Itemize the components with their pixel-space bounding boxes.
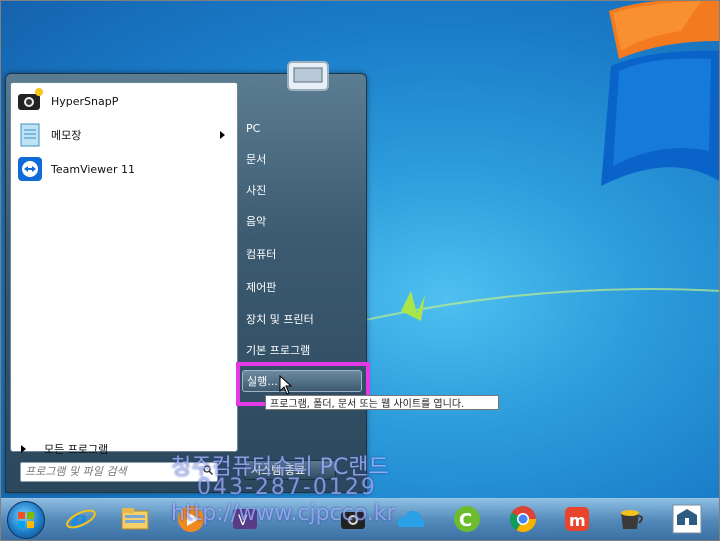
right-item-label: PC	[246, 121, 261, 135]
mouse-cursor-icon	[279, 375, 293, 395]
right-item-control-panel[interactable]: 제어판	[242, 277, 366, 297]
svg-text:C: C	[459, 510, 472, 531]
watermark-line2: 043-287-0129	[197, 475, 377, 500]
program-item-teamviewer[interactable]: TeamViewer 11	[15, 153, 229, 185]
submenu-arrow-icon[interactable]	[220, 131, 225, 139]
start-orb-icon[interactable]	[7, 501, 45, 539]
windows-flag-icon	[18, 512, 34, 528]
app-m-icon[interactable]: m	[561, 503, 593, 535]
tooltip: 프로그램, 폴더, 문서 또는 웹 사이트를 엽니다.	[265, 395, 499, 410]
right-item-label: 음악	[246, 215, 267, 228]
program-item-hypersnap[interactable]: HyperSnapP	[15, 85, 229, 117]
expand-arrow-icon	[21, 445, 26, 453]
right-item-documents[interactable]: 문서	[242, 149, 366, 169]
right-item-music[interactable]: 음악	[242, 211, 366, 231]
right-item-devices-printers[interactable]: 장치 및 프린터	[242, 309, 366, 329]
right-item-label: 컴퓨터	[246, 248, 277, 261]
program-label: 메모장	[51, 129, 82, 142]
program-label: HyperSnapP	[51, 94, 119, 108]
start-menu: HyperSnapP 메모장 TeamViewer 11 모든 프로그램 프로그…	[5, 61, 370, 493]
all-programs-label: 모든 프로그램	[44, 443, 109, 456]
teamviewer-icon	[18, 157, 42, 181]
program-label: TeamViewer 11	[51, 162, 135, 176]
camera-icon	[18, 88, 43, 110]
windows-logo-wallpaper	[601, 1, 719, 186]
screenshot-frame: HyperSnapP 메모장 TeamViewer 11 모든 프로그램 프로그…	[0, 0, 720, 541]
chrome-icon[interactable]	[507, 503, 539, 535]
right-item-label: 사진	[246, 184, 267, 197]
tooltip-text: 프로그램, 폴더, 문서 또는 웹 사이트를 엽니다.	[270, 399, 465, 410]
right-item-computer[interactable]: 컴퓨터	[242, 244, 366, 264]
user-picture-tile[interactable]	[284, 60, 332, 94]
right-item-default-programs[interactable]: 기본 프로그램	[242, 340, 366, 360]
wallpaper-light-streak	[361, 288, 719, 322]
right-item-label: 문서	[246, 153, 267, 166]
programs-pane: HyperSnapP 메모장 TeamViewer 11 모든 프로그램	[10, 82, 238, 456]
right-item-pc[interactable]: PC	[242, 118, 366, 138]
right-item-label: 제어판	[246, 281, 277, 294]
ccleaner-icon[interactable]: C	[451, 503, 483, 535]
svg-text:m: m	[569, 511, 586, 530]
program-item-notepad[interactable]: 메모장	[15, 119, 229, 151]
watermark-line3: http://www.cjpcco.kr	[171, 501, 396, 526]
building-icon[interactable]	[671, 503, 703, 535]
cloud-icon[interactable]	[395, 503, 427, 535]
file-explorer-icon[interactable]	[119, 503, 151, 535]
internet-explorer-icon[interactable]: e	[65, 503, 97, 535]
notepad-icon	[20, 123, 40, 147]
right-item-pictures[interactable]: 사진	[242, 180, 366, 200]
cup-icon[interactable]	[615, 503, 647, 535]
right-item-label: 장치 및 프린터	[246, 313, 314, 326]
right-item-label: 기본 프로그램	[246, 344, 311, 357]
